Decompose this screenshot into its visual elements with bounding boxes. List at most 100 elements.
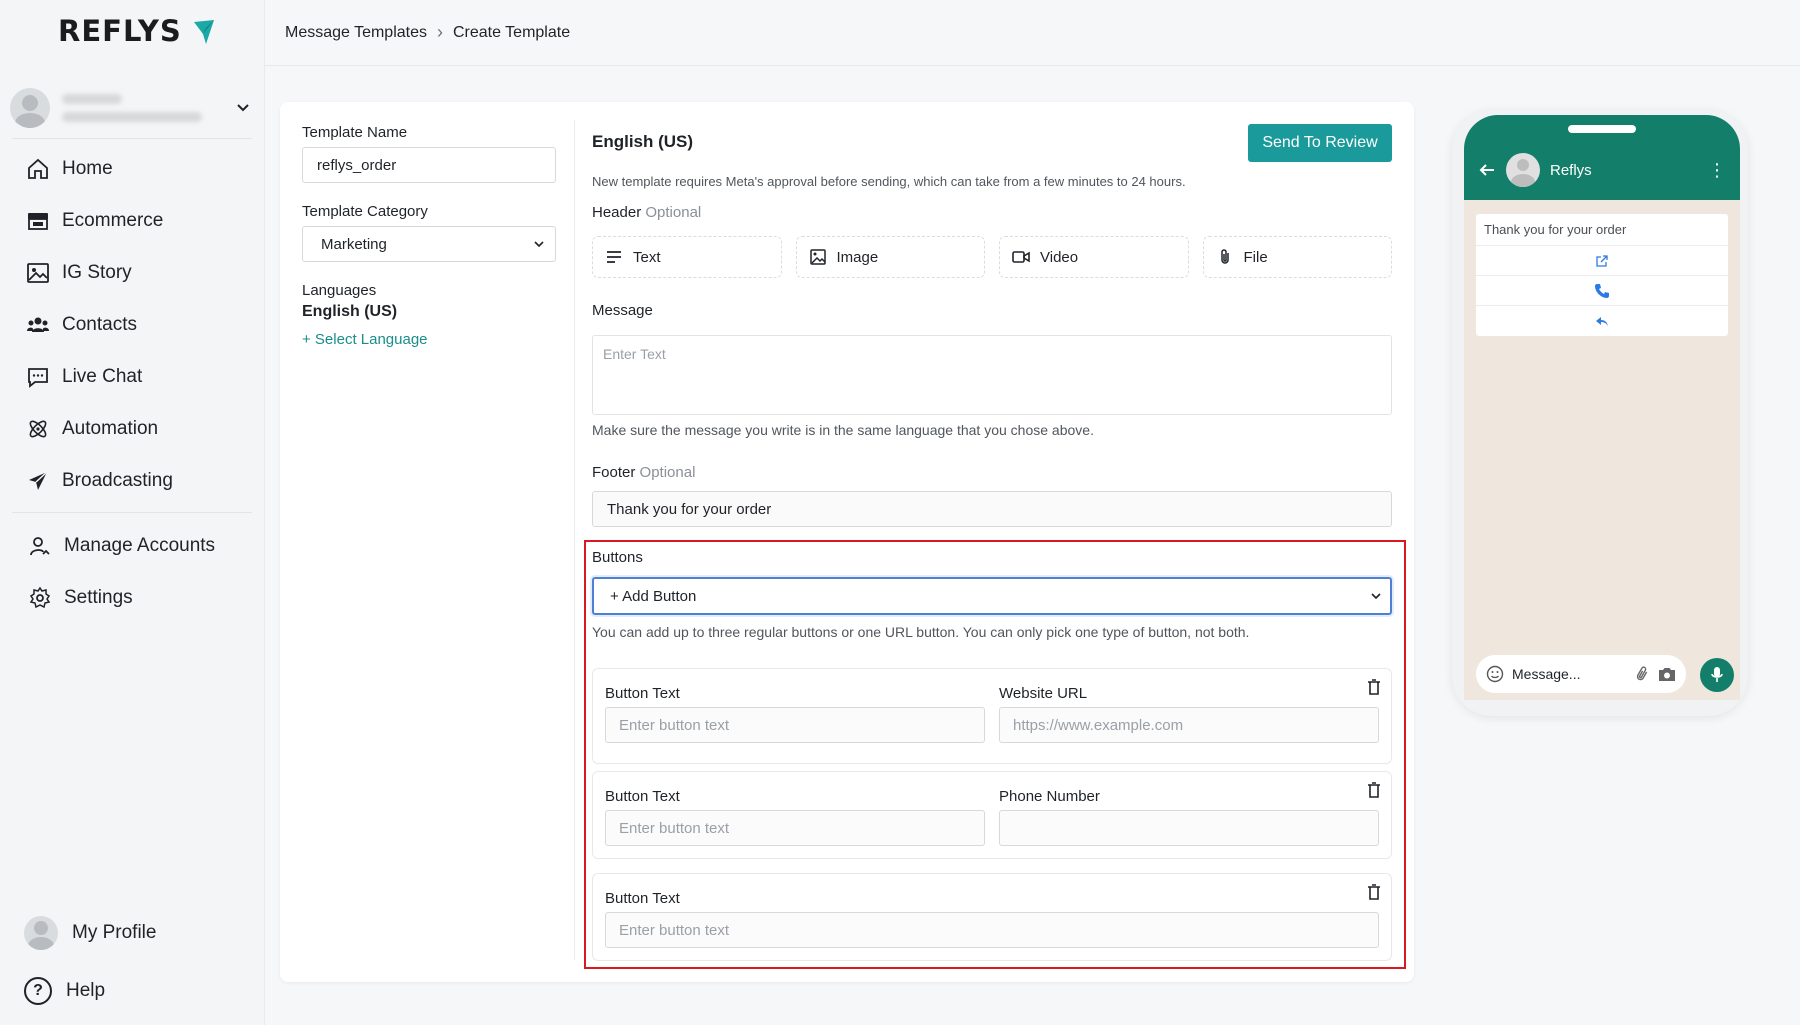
message-label: Message [592,302,653,319]
external-link-icon [1596,254,1608,267]
chevron-right-icon: › [437,22,443,42]
image-icon [809,249,826,265]
header-option-image[interactable]: Image [795,236,985,278]
footer-input[interactable]: Thank you for your order [592,491,1392,527]
template-category-select[interactable]: Marketing [302,226,556,262]
sidebar-item-broadcasting[interactable]: Broadcasting [26,455,173,507]
header-option-text[interactable]: Text [592,236,782,278]
bubble-reply-button [1476,306,1728,336]
emoji-icon [1486,665,1504,683]
home-icon [28,158,48,179]
brand-mark-icon [193,20,214,44]
store-icon [28,213,48,230]
sidebar-item-settings[interactable]: Settings [28,572,215,624]
reply-icon [1596,317,1608,326]
trash-icon[interactable] [1367,782,1381,798]
chevron-down-icon[interactable] [234,98,252,116]
button-text-input[interactable]: Enter button text [605,912,1379,948]
brand-logo[interactable]: REFLYS [58,14,222,48]
sidebar-item-ecommerce[interactable]: Ecommerce [26,195,173,247]
language-title: English (US) [592,132,694,151]
optional-tag: Optional [639,464,696,481]
users-icon [27,317,49,332]
avatar [24,916,58,950]
paperclip-icon [1636,666,1648,681]
template-category-value: Marketing [321,235,387,253]
atom-icon [29,420,47,438]
button-text-input[interactable]: Enter button text [605,810,985,846]
brand-name: REFLYS [58,14,182,48]
sidebar-item-label: Contacts [62,314,137,335]
trash-icon[interactable] [1367,679,1381,695]
add-button-label: + Add Button [610,587,697,605]
header-option-label: Text [633,248,661,266]
sidebar-item-ig-story[interactable]: IG Story [26,247,173,299]
header-label-text: Header [592,204,642,221]
sidebar-item-help[interactable]: ? Help [24,962,156,1020]
sidebar-item-contacts[interactable]: Contacts [26,299,173,351]
button-text-input[interactable]: Enter button text [605,707,985,743]
message-input-placeholder: Message... [1512,666,1581,682]
template-name-label: Template Name [302,124,408,141]
sidebar-item-label: Manage Accounts [64,535,216,556]
buttons-label: Buttons [592,549,643,566]
reply-button-block: Button Text Enter button text [592,873,1392,961]
avatar [1506,153,1540,187]
languages-label: Languages [302,282,377,299]
sidebar-item-label: Automation [62,418,159,439]
bubble-phone-button [1476,276,1728,306]
more-vertical-icon: ⋮ [1708,159,1726,180]
sidebar-item-live-chat[interactable]: Live Chat [26,351,173,403]
sidebar-item-label: My Profile [72,922,157,943]
template-name-input[interactable]: reflys_order [302,147,556,183]
gear-icon [29,586,51,609]
video-icon [1012,251,1030,263]
selected-language[interactable]: English (US) [302,303,558,321]
add-button-select[interactable]: + Add Button [592,577,1392,615]
header-option-file[interactable]: File [1202,236,1392,278]
paperclip-icon [1220,249,1229,264]
chat-header: Reflys ⋮ [1478,153,1726,187]
user-info-blurred [62,94,202,122]
sidebar-item-label: Broadcasting [62,470,173,491]
sidebar-item-automation[interactable]: Automation [26,403,173,455]
approval-notice: New template requires Meta's approval be… [592,174,1186,189]
whatsapp-preview: Reflys ⋮ Thank you for your order Messag… [1452,110,1748,716]
sidebar: REFLYS Home Ecommerce IG Story Contacts … [0,0,265,1025]
select-language-link[interactable]: + Select Language [302,331,558,348]
contact-name: Reflys [1550,161,1592,179]
sidebar-item-label: Settings [64,587,133,608]
message-input-bar: Message... [1476,655,1686,693]
button-text-label: Button Text [605,890,680,907]
sidebar-item-manage-accounts[interactable]: Manage Accounts [28,520,215,572]
header-option-video[interactable]: Video [999,236,1189,278]
message-textarea[interactable]: Enter Text [592,335,1392,415]
template-category-label: Template Category [302,203,428,220]
phone-icon [1595,283,1609,298]
send-to-review-button[interactable]: Send To Review [1248,124,1392,162]
breadcrumb-parent[interactable]: Message Templates [285,24,427,42]
breadcrumb: Message Templates › Create Template [265,0,1800,66]
mic-icon [1700,658,1734,692]
divider [12,512,252,513]
image-icon [27,263,49,283]
send-icon [29,471,48,490]
website-url-input[interactable]: https://www.example.com [999,707,1379,743]
sidebar-item-my-profile[interactable]: My Profile [24,904,156,962]
phone-number-label: Phone Number [999,788,1100,805]
sidebar-item-label: Help [66,980,106,1001]
bubble-text: Thank you for your order [1476,214,1728,246]
chat-icon [28,368,48,388]
chat-area: Thank you for your order Message... [1464,200,1740,700]
column-divider [574,120,575,960]
sidebar-item-home[interactable]: Home [26,143,173,195]
avatar [10,88,50,128]
breadcrumb-current: Create Template [453,23,571,41]
phone-number-input[interactable] [999,810,1379,846]
url-button-block: Button Text Website URL Enter button tex… [592,668,1392,764]
divider [12,138,252,139]
user-switcher[interactable] [10,78,260,138]
trash-icon[interactable] [1367,884,1381,900]
sidebar-item-label: Live Chat [62,366,143,387]
footer-label: Footer Optional [592,464,695,481]
